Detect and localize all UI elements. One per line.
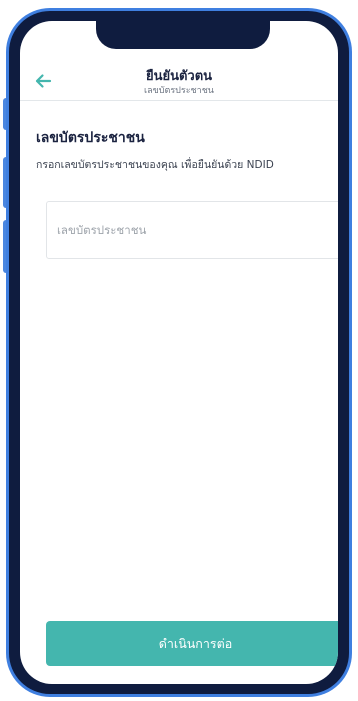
section-title: เลขบัตรประชาชน <box>36 130 145 146</box>
phone-notch <box>96 21 270 49</box>
phone-bezel: ยืนยันตัวตน เลขบัตรประชาชน เลขบัตรประชาช… <box>9 11 349 694</box>
phone-frame: ยืนยันตัวตน เลขบัตรประชาชน เลขบัตรประชาช… <box>6 8 352 697</box>
app-header: ยืนยันตัวตน เลขบัตรประชาชน <box>20 61 338 101</box>
national-id-input[interactable] <box>46 201 338 259</box>
page-subtitle: เลขบัตรประชาชน <box>144 86 214 96</box>
continue-button[interactable]: ดำเนินการต่อ <box>46 621 338 666</box>
phone-screen: ยืนยันตัวตน เลขบัตรประชาชน เลขบัตรประชาช… <box>20 21 338 684</box>
section-description: กรอกเลขบัตรประชาชนของคุณ เพื่อยืนยันด้วย… <box>36 159 274 171</box>
